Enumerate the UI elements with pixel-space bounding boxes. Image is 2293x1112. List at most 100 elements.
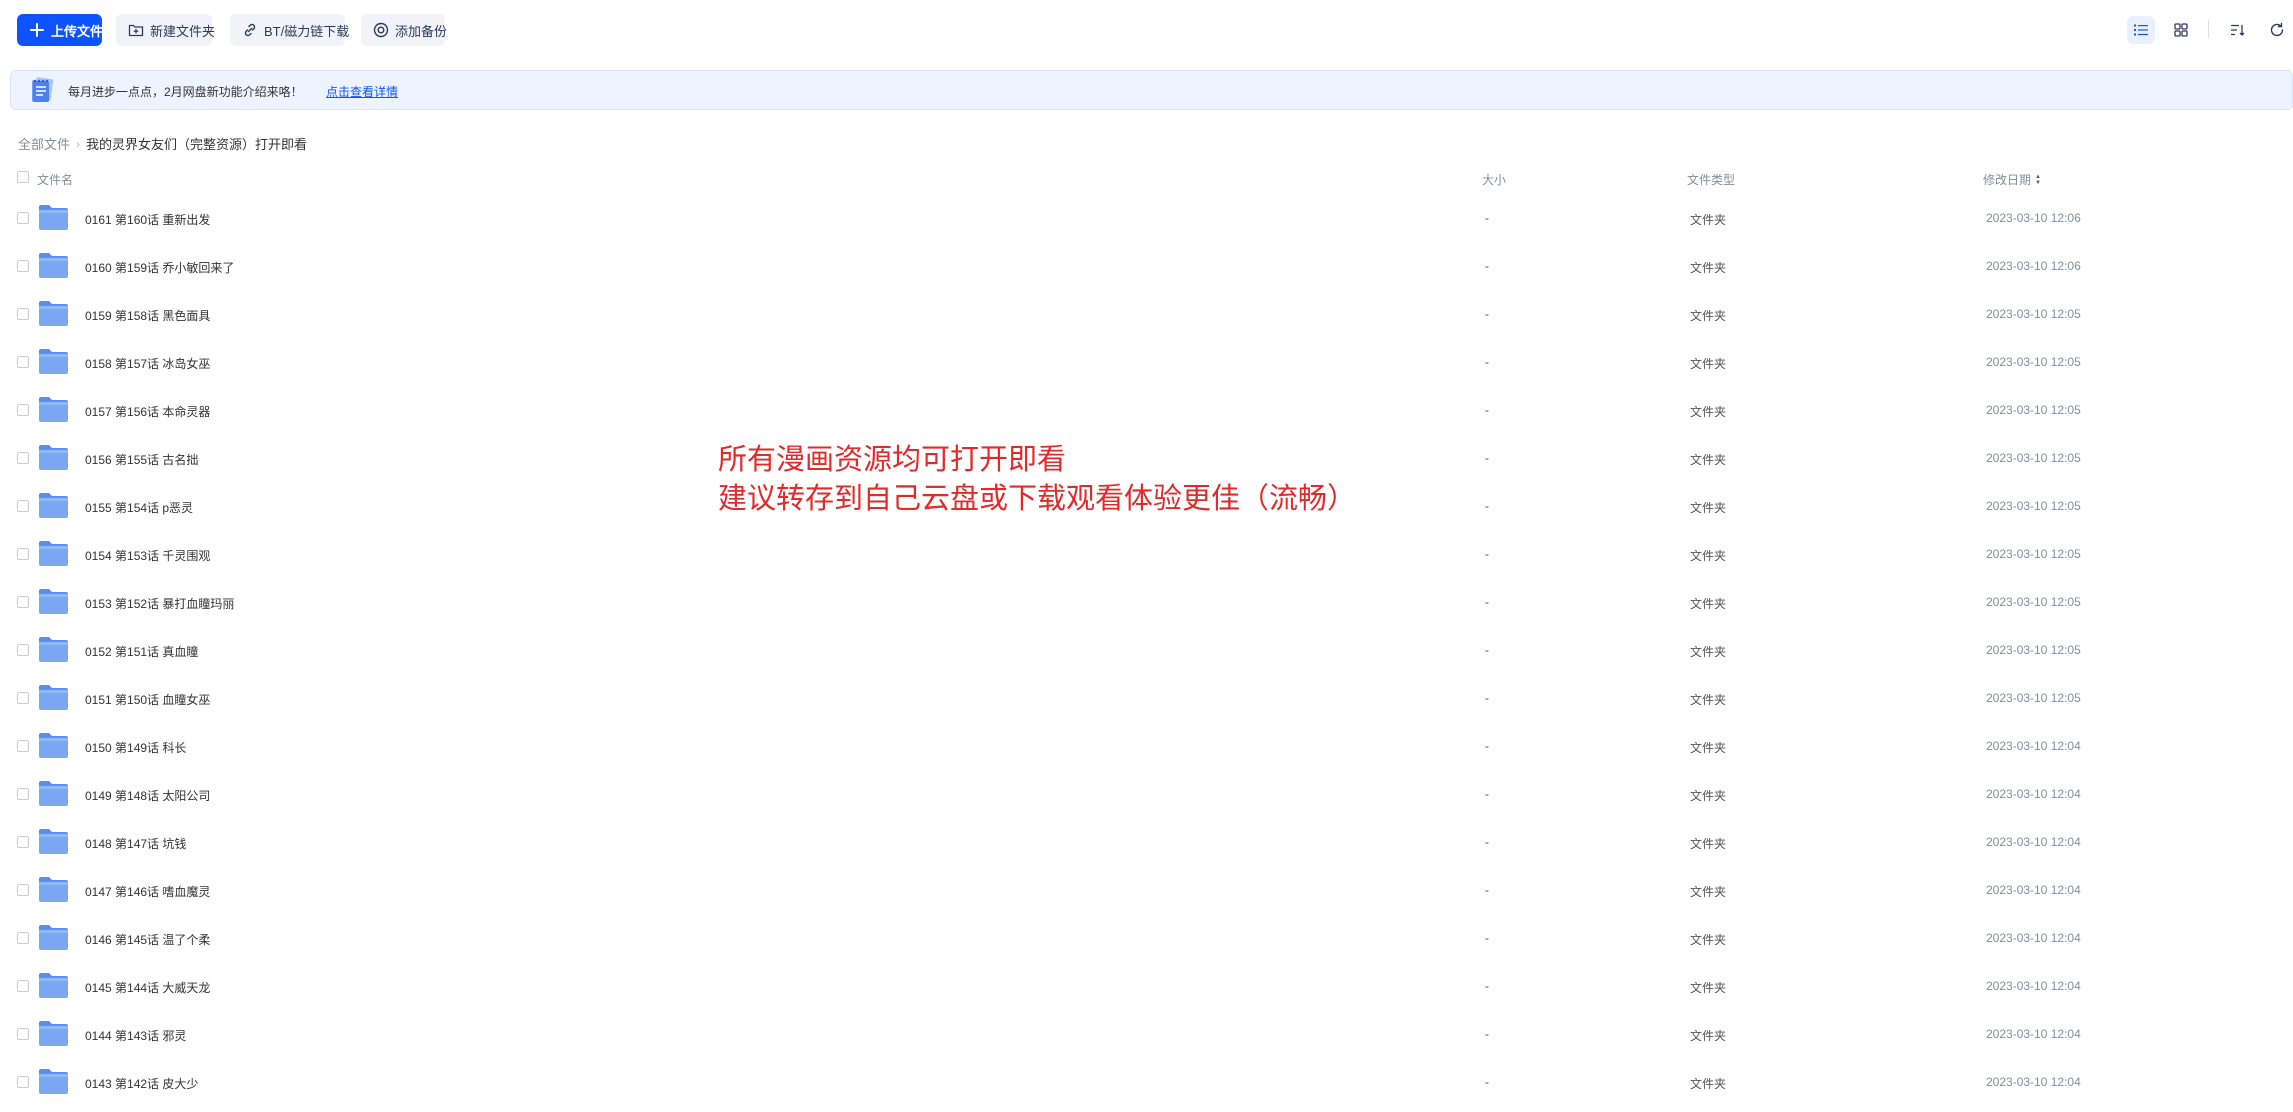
overlay-annotation: 所有漫画资源均可打开即看 建议转存到自己云盘或下载观看体验更佳（流畅） <box>718 441 1356 519</box>
row-checkbox[interactable] <box>17 884 29 896</box>
file-name[interactable]: 0158 第157话 冰岛女巫 <box>85 355 210 372</box>
file-size: - <box>1485 451 1489 465</box>
folder-icon <box>38 203 69 231</box>
row-checkbox[interactable] <box>17 596 29 608</box>
sort-button[interactable] <box>2223 16 2251 44</box>
row-checkbox[interactable] <box>17 1076 29 1088</box>
file-row[interactable]: 0149 第148话 太阳公司 - 文件夹 2023-03-10 12:04 <box>0 770 2293 818</box>
folder-icon <box>38 299 69 327</box>
list-view-icon <box>2134 24 2148 36</box>
file-row[interactable]: 0152 第151话 真血瞳 - 文件夹 2023-03-10 12:05 <box>0 626 2293 674</box>
upload-button[interactable]: 上传文件 <box>17 14 103 46</box>
row-checkbox[interactable] <box>17 692 29 704</box>
file-date: 2023-03-10 12:04 <box>1986 739 2081 753</box>
new-folder-button[interactable]: 新建文件夹 <box>116 14 215 46</box>
folder-icon <box>38 731 69 759</box>
file-type: 文件夹 <box>1690 501 1727 515</box>
row-checkbox[interactable] <box>17 308 29 320</box>
file-name[interactable]: 0161 第160话 重新出发 <box>85 211 210 228</box>
file-name[interactable]: 0150 第149话 科长 <box>85 739 186 756</box>
file-size: - <box>1485 1027 1489 1041</box>
file-row[interactable]: 0159 第158话 黑色面具 - 文件夹 2023-03-10 12:05 <box>0 290 2293 338</box>
plus-icon <box>29 22 45 38</box>
file-name[interactable]: 0157 第156话 本命灵器 <box>85 403 210 420</box>
row-checkbox[interactable] <box>17 1028 29 1040</box>
file-name[interactable]: 0151 第150话 血瞳女巫 <box>85 691 210 708</box>
file-row[interactable]: 0150 第149话 科长 - 文件夹 2023-03-10 12:04 <box>0 722 2293 770</box>
bt-download-button[interactable]: BT/磁力链下载 <box>230 14 349 46</box>
toolbar-divider <box>2208 20 2209 38</box>
file-type: 文件夹 <box>1690 213 1727 227</box>
file-name[interactable]: 0159 第158话 黑色面具 <box>85 307 210 324</box>
file-name[interactable]: 0155 第154话 p恶灵 <box>85 499 193 516</box>
file-name[interactable]: 0146 第145话 温了个柔 <box>85 931 210 948</box>
file-row[interactable]: 0143 第142话 皮大少 - 文件夹 2023-03-10 12:04 <box>0 1058 2293 1106</box>
file-row[interactable]: 0145 第144话 大威天龙 - 文件夹 2023-03-10 12:04 <box>0 962 2293 1010</box>
folder-icon <box>38 347 69 375</box>
folder-icon <box>38 779 69 807</box>
folder-icon <box>38 587 69 615</box>
file-row[interactable]: 0151 第150话 血瞳女巫 - 文件夹 2023-03-10 12:05 <box>0 674 2293 722</box>
row-checkbox[interactable] <box>17 548 29 560</box>
file-row[interactable]: 0157 第156话 本命灵器 - 文件夹 2023-03-10 12:05 <box>0 386 2293 434</box>
row-checkbox[interactable] <box>17 404 29 416</box>
file-name[interactable]: 0147 第146话 嗜血魔灵 <box>85 883 210 900</box>
file-name[interactable]: 0144 第143话 邪灵 <box>85 1027 186 1044</box>
row-checkbox[interactable] <box>17 740 29 752</box>
row-checkbox[interactable] <box>17 980 29 992</box>
link-icon <box>242 22 258 38</box>
breadcrumb-root[interactable]: 全部文件 <box>18 134 70 153</box>
refresh-icon <box>2270 22 2284 37</box>
file-size: - <box>1485 1075 1489 1089</box>
row-checkbox[interactable] <box>17 836 29 848</box>
file-date: 2023-03-10 12:05 <box>1986 595 2081 609</box>
grid-view-button[interactable] <box>2167 16 2195 44</box>
file-row[interactable]: 0160 第159话 乔小敏回来了 - 文件夹 2023-03-10 12:06 <box>0 242 2293 290</box>
file-size: - <box>1485 211 1489 225</box>
file-row[interactable]: 0146 第145话 温了个柔 - 文件夹 2023-03-10 12:04 <box>0 914 2293 962</box>
file-name[interactable]: 0156 第155话 古名拙 <box>85 451 198 468</box>
file-row[interactable]: 0153 第152话 暴打血瞳玛丽 - 文件夹 2023-03-10 12:05 <box>0 578 2293 626</box>
list-view-button[interactable] <box>2127 16 2155 44</box>
file-date: 2023-03-10 12:04 <box>1986 883 2081 897</box>
row-checkbox[interactable] <box>17 212 29 224</box>
file-name[interactable]: 0160 第159话 乔小敏回来了 <box>85 259 234 276</box>
file-date: 2023-03-10 12:05 <box>1986 403 2081 417</box>
file-name[interactable]: 0145 第144话 大威天龙 <box>85 979 210 996</box>
file-name[interactable]: 0154 第153话 千灵围观 <box>85 547 210 564</box>
file-name[interactable]: 0152 第151话 真血瞳 <box>85 643 198 660</box>
file-type: 文件夹 <box>1690 981 1727 995</box>
file-row[interactable]: 0144 第143话 邪灵 - 文件夹 2023-03-10 12:04 <box>0 1010 2293 1058</box>
row-checkbox[interactable] <box>17 932 29 944</box>
file-row[interactable]: 0161 第160话 重新出发 - 文件夹 2023-03-10 12:06 <box>0 194 2293 242</box>
file-row[interactable]: 0147 第146话 嗜血魔灵 - 文件夹 2023-03-10 12:04 <box>0 866 2293 914</box>
file-size: - <box>1485 259 1489 273</box>
file-row[interactable]: 0148 第147话 坑钱 - 文件夹 2023-03-10 12:04 <box>0 818 2293 866</box>
file-name[interactable]: 0153 第152话 暴打血瞳玛丽 <box>85 595 234 612</box>
select-all-checkbox[interactable] <box>17 171 29 183</box>
file-name[interactable]: 0148 第147话 坑钱 <box>85 835 186 852</box>
banner-details-link[interactable]: 点击查看详情 <box>326 83 398 100</box>
file-size: - <box>1485 883 1489 897</box>
announcement-banner: 每月进步一点点，2月网盘新功能介绍来咯！ 点击查看详情 <box>10 70 2293 110</box>
row-checkbox[interactable] <box>17 452 29 464</box>
row-checkbox[interactable] <box>17 500 29 512</box>
file-type: 文件夹 <box>1690 645 1727 659</box>
file-type: 文件夹 <box>1690 261 1727 275</box>
file-name[interactable]: 0143 第142话 皮大少 <box>85 1075 198 1092</box>
breadcrumb-current: 我的灵界女友们（完整资源）打开即看 <box>86 137 308 152</box>
overlay-line-2: 建议转存到自己云盘或下载观看体验更佳（流畅） <box>718 483 1357 515</box>
file-row[interactable]: 0158 第157话 冰岛女巫 - 文件夹 2023-03-10 12:05 <box>0 338 2293 386</box>
refresh-button[interactable] <box>2263 16 2291 44</box>
file-name[interactable]: 0149 第148话 太阳公司 <box>85 787 210 804</box>
row-checkbox[interactable] <box>17 644 29 656</box>
column-date[interactable]: 修改日期 ▲ ▼ <box>1983 171 2041 188</box>
file-row[interactable]: 0154 第153话 千灵围观 - 文件夹 2023-03-10 12:05 <box>0 530 2293 578</box>
add-backup-button[interactable]: 添加备份 <box>361 14 447 46</box>
row-checkbox[interactable] <box>17 788 29 800</box>
row-checkbox[interactable] <box>17 260 29 272</box>
folder-icon <box>38 443 69 471</box>
file-date: 2023-03-10 12:05 <box>1986 451 2081 465</box>
row-checkbox[interactable] <box>17 356 29 368</box>
column-name: 文件名 <box>37 173 74 187</box>
